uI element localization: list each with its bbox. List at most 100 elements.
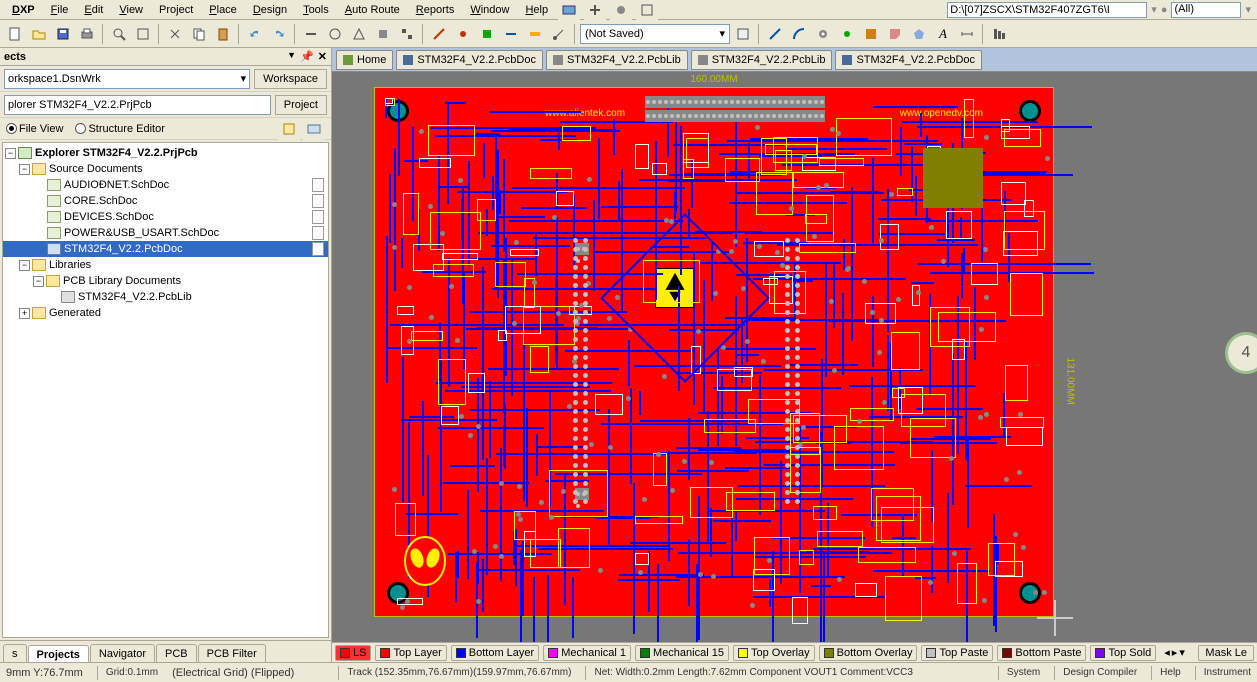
tree-source-docs[interactable]: − Source Documents bbox=[3, 161, 328, 177]
place-dim-button[interactable] bbox=[956, 23, 978, 45]
menu-place[interactable]: Place bbox=[203, 4, 243, 16]
tab-files[interactable]: s bbox=[3, 644, 27, 662]
layer-tab[interactable]: Bottom Overlay bbox=[819, 645, 918, 661]
tree-lib-sub[interactable]: − PCB Library Documents bbox=[3, 273, 328, 289]
tree-doc-item[interactable]: CORE.SchDoc bbox=[3, 193, 328, 209]
collapse-icon[interactable]: − bbox=[5, 148, 16, 159]
save-button[interactable] bbox=[52, 23, 74, 45]
tab-navigator[interactable]: Navigator bbox=[90, 644, 155, 662]
tree-lib-file[interactable]: STM32F4_V2.2.PcbLib bbox=[3, 289, 328, 305]
filter-dropdown[interactable]: (All) bbox=[1171, 2, 1241, 18]
layer-tab[interactable]: Mechanical 15 bbox=[635, 645, 729, 661]
pcb-canvas-wrap[interactable]: 160.00MM 131.00MM www.alientek.com www.o… bbox=[332, 72, 1257, 642]
panel-dropdown-icon[interactable]: ▼ bbox=[287, 50, 296, 63]
status-design-compiler-button[interactable]: Design Compiler bbox=[1054, 666, 1137, 680]
paste-button[interactable] bbox=[212, 23, 234, 45]
workspace-button[interactable]: Workspace bbox=[254, 69, 327, 89]
align-button[interactable] bbox=[988, 23, 1010, 45]
menu-tools[interactable]: Tools bbox=[297, 4, 335, 16]
menu-help[interactable]: Help bbox=[519, 4, 554, 16]
layer-tab[interactable]: Bottom Paste bbox=[997, 645, 1086, 661]
menu-extra2-button[interactable] bbox=[584, 0, 606, 21]
doc-tab[interactable]: STM32F4_V2.2.PcbLib bbox=[691, 50, 833, 70]
menu-design[interactable]: Design bbox=[247, 4, 293, 16]
menu-extra1-button[interactable] bbox=[558, 0, 580, 21]
open-button[interactable] bbox=[28, 23, 50, 45]
cut-button[interactable] bbox=[164, 23, 186, 45]
place-poly-button[interactable] bbox=[908, 23, 930, 45]
layer-tab[interactable]: Top Paste bbox=[921, 645, 993, 661]
tool-j-button[interactable] bbox=[524, 23, 546, 45]
layer-prev-icon[interactable]: ◂ bbox=[1164, 646, 1170, 659]
tab-pcb[interactable]: PCB bbox=[156, 644, 197, 662]
doc-tab[interactable]: Home bbox=[336, 50, 393, 70]
tool-c-button[interactable] bbox=[348, 23, 370, 45]
status-instrument-button[interactable]: Instrument bbox=[1195, 666, 1251, 680]
layer-tab[interactable]: LS bbox=[335, 645, 371, 661]
tree-doc-item[interactable]: STM32F4_V2.2.PcbDoc bbox=[3, 241, 328, 257]
zoom-button[interactable] bbox=[108, 23, 130, 45]
place-string-button[interactable]: A bbox=[932, 23, 954, 45]
mask-level-button[interactable]: Mask Le bbox=[1198, 645, 1254, 661]
tool-a-button[interactable] bbox=[300, 23, 322, 45]
menu-project[interactable]: Project bbox=[153, 4, 199, 16]
place-fill-button[interactable] bbox=[860, 23, 882, 45]
path-field[interactable]: D:\[07]ZSCX\STM32F407ZGT6\I bbox=[947, 2, 1147, 18]
status-help-button[interactable]: Help bbox=[1151, 666, 1181, 680]
menu-file[interactable]: File bbox=[45, 4, 75, 16]
tool-b-button[interactable] bbox=[324, 23, 346, 45]
zoom-fit-button[interactable] bbox=[132, 23, 154, 45]
pcb-board[interactable]: 160.00MM 131.00MM www.alientek.com www.o… bbox=[374, 87, 1054, 617]
redo-button[interactable] bbox=[268, 23, 290, 45]
tool-l-button[interactable] bbox=[732, 23, 754, 45]
layer-tab[interactable]: Top Sold bbox=[1090, 645, 1156, 661]
layer-tab[interactable]: Top Overlay bbox=[733, 645, 815, 661]
place-line-button[interactable] bbox=[764, 23, 786, 45]
panel-pin-icon[interactable]: 📌 bbox=[300, 50, 314, 63]
workspace-field[interactable]: orkspace1.DsnWrk ▾ bbox=[4, 69, 250, 89]
tree-doc-item[interactable]: AUDIOÐNET.SchDoc bbox=[3, 177, 328, 193]
layer-next-icon[interactable]: ▸ bbox=[1172, 646, 1178, 659]
tool-i-button[interactable] bbox=[500, 23, 522, 45]
tree-doc-item[interactable]: DEVICES.SchDoc bbox=[3, 209, 328, 225]
copy-button[interactable] bbox=[188, 23, 210, 45]
tool-h-button[interactable] bbox=[476, 23, 498, 45]
place-region-button[interactable] bbox=[884, 23, 906, 45]
layer-menu-icon[interactable]: ▾ bbox=[1179, 646, 1185, 659]
tab-projects[interactable]: Projects bbox=[28, 645, 89, 663]
expand-icon[interactable]: + bbox=[19, 308, 30, 319]
collapse-icon[interactable]: − bbox=[19, 260, 30, 271]
status-system-button[interactable]: System bbox=[998, 666, 1040, 680]
layer-tab[interactable]: Bottom Layer bbox=[451, 645, 539, 661]
menu-extra4-button[interactable] bbox=[636, 0, 658, 21]
project-field[interactable]: plorer STM32F4_V2.2.PrjPcb bbox=[4, 95, 271, 115]
tree-libraries[interactable]: − Libraries bbox=[3, 257, 328, 273]
project-button[interactable]: Project bbox=[275, 95, 327, 115]
tree-root[interactable]: − Explorer STM32F4_V2.2.PrjPcb bbox=[3, 145, 328, 161]
menu-edit[interactable]: Edit bbox=[78, 4, 109, 16]
doc-tab[interactable]: STM32F4_V2.2.PcbDoc bbox=[396, 50, 543, 70]
collapse-icon[interactable]: − bbox=[33, 276, 44, 287]
tree-generated[interactable]: + Generated bbox=[3, 305, 328, 321]
menu-window[interactable]: Window bbox=[464, 4, 515, 16]
menu-extra3-button[interactable] bbox=[610, 0, 632, 21]
menu-dxp[interactable]: DXP bbox=[6, 4, 41, 16]
panel-opt1-button[interactable] bbox=[278, 118, 300, 140]
tool-e-button[interactable] bbox=[396, 23, 418, 45]
panel-close-icon[interactable]: ✕ bbox=[318, 50, 327, 63]
panel-opt2-button[interactable] bbox=[303, 118, 325, 140]
notsaved-combo[interactable]: (Not Saved) ▾ bbox=[580, 24, 730, 44]
menu-reports[interactable]: Reports bbox=[410, 4, 461, 16]
tool-d-button[interactable] bbox=[372, 23, 394, 45]
place-arc-button[interactable] bbox=[788, 23, 810, 45]
print-button[interactable] bbox=[76, 23, 98, 45]
project-tree[interactable]: − Explorer STM32F4_V2.2.PrjPcb − Source … bbox=[2, 142, 329, 638]
view-dial[interactable]: 4 bbox=[1225, 332, 1257, 374]
layer-tab[interactable]: Top Layer bbox=[375, 645, 446, 661]
collapse-icon[interactable]: − bbox=[19, 164, 30, 175]
tool-k-button[interactable] bbox=[548, 23, 570, 45]
menu-autoroute[interactable]: Auto Route bbox=[339, 4, 406, 16]
undo-button[interactable] bbox=[244, 23, 266, 45]
menu-view[interactable]: View bbox=[113, 4, 149, 16]
new-button[interactable] bbox=[4, 23, 26, 45]
